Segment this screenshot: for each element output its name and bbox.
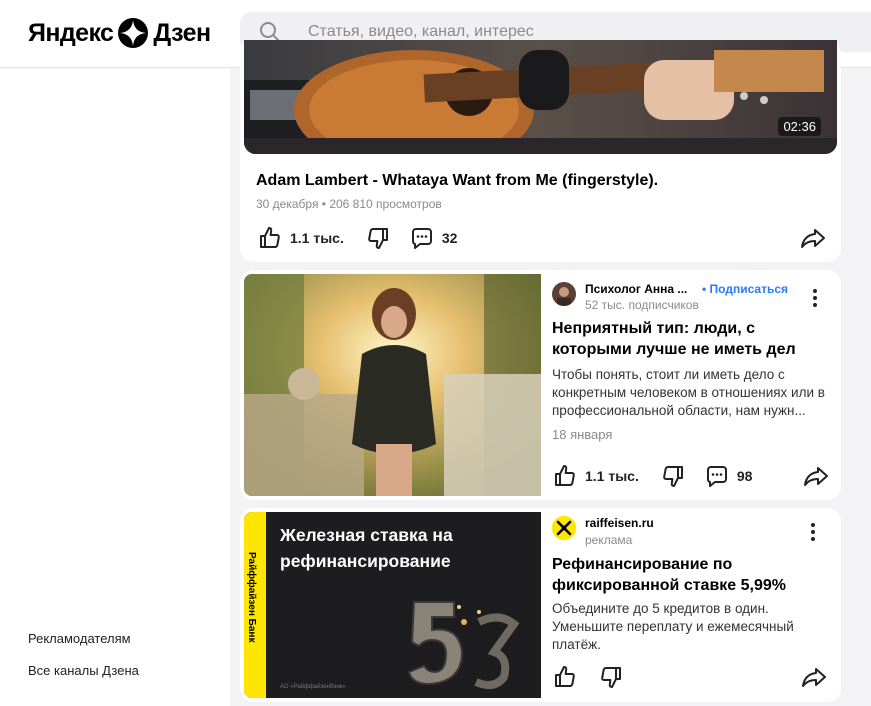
like-count: 1.1 тыс. (585, 468, 639, 484)
video-thumbnail[interactable]: 02:36 (244, 40, 837, 154)
zen-logo[interactable]: Яндекс Дзен (28, 18, 211, 48)
article-image[interactable] (244, 274, 541, 496)
dislike-icon (368, 228, 388, 249)
like-button[interactable]: 1.1 тыс. (553, 464, 639, 488)
video-title[interactable]: Adam Lambert - Whataya Want from Me (fin… (256, 172, 658, 190)
comments-icon (706, 466, 727, 487)
like-button[interactable] (553, 665, 577, 689)
article-snippet: Чтобы понять, стоит ли иметь дело с конк… (552, 367, 825, 418)
raiffeisen-logo-icon (552, 516, 576, 540)
channel-avatar[interactable] (552, 282, 576, 306)
like-count: 1.1 тыс. (290, 230, 344, 246)
dislike-button[interactable] (599, 665, 623, 689)
ad-actions (553, 665, 623, 689)
comments-count: 32 (441, 230, 458, 246)
ad-bank-label: Райффайзен Банк (246, 552, 257, 643)
avatar-image (552, 282, 576, 306)
article-date: 18 января (552, 427, 613, 442)
ad-card[interactable]: Райффайзен Банк Железная ставка на рефин… (240, 508, 841, 702)
ad-rate-graphic (407, 601, 520, 690)
video-duration: 02:36 (778, 117, 821, 136)
like-icon (555, 465, 575, 486)
like-icon (555, 666, 575, 687)
dislike-icon (601, 667, 621, 688)
like-button[interactable]: 1.1 тыс. (258, 226, 344, 250)
share-icon[interactable] (801, 665, 827, 689)
comments-count: 98 (736, 468, 753, 484)
subscribe-button[interactable]: • Подписаться (702, 282, 788, 296)
article-card[interactable]: Психолог Анна ... • Подписаться 52 тыс. … (240, 270, 841, 500)
more-icon[interactable] (810, 522, 816, 542)
comments-icon (411, 228, 432, 249)
ad-title[interactable]: Рефинансирование по фиксированной ставке… (552, 554, 832, 596)
dislike-button[interactable] (366, 226, 390, 250)
more-icon[interactable] (812, 288, 818, 308)
channel-name[interactable]: Психолог Анна ... (585, 282, 687, 296)
comments-button[interactable]: 98 (705, 464, 753, 488)
search-input[interactable] (308, 23, 808, 41)
sidebar-link-advertisers[interactable]: Рекламодателям (28, 631, 131, 646)
sidebar-link-all-channels[interactable]: Все каналы Дзена (28, 663, 139, 678)
video-meta: 30 декабря • 206 810 просмотров (256, 197, 442, 211)
ad-domain[interactable]: raiffeisen.ru (585, 516, 654, 530)
ad-label: реклама (585, 533, 633, 547)
like-icon (260, 227, 280, 248)
logo-text-yandex: Яндекс (28, 18, 114, 47)
dislike-icon (663, 466, 683, 487)
sidebar: Рекламодателям Все каналы Дзена (0, 69, 230, 706)
comments-button[interactable]: 32 (410, 226, 458, 250)
ad-headline: Железная ставка на рефинансирование (280, 525, 453, 571)
ad-legal-text: АО «Райффайзенбанк» (280, 684, 346, 690)
article-title[interactable]: Неприятный тип: люди, с которыми лучше н… (552, 318, 832, 360)
ad-text: Объедините до 5 кредитов в один. Уменьши… (552, 601, 794, 652)
guitar-video-frame (244, 40, 837, 154)
raiffeisen-logo[interactable] (552, 516, 576, 540)
video-card[interactable]: 02:36 Adam Lambert - Whataya Want from M… (240, 40, 841, 262)
article-actions: 1.1 тыс. 98 (553, 464, 752, 488)
dislike-button[interactable] (661, 464, 685, 488)
woman-photo (244, 274, 541, 496)
share-icon[interactable] (800, 226, 826, 250)
ad-image[interactable]: Райффайзен Банк Железная ставка на рефин… (244, 512, 541, 698)
subscriber-count: 52 тыс. подписчиков (585, 298, 699, 312)
video-actions: 1.1 тыс. 32 (258, 226, 457, 250)
zen-logo-icon (118, 18, 149, 48)
share-icon[interactable] (803, 464, 829, 488)
logo-text-zen: Дзен (153, 18, 211, 47)
ad-brand-stripe: Райффайзен Банк (244, 512, 266, 698)
